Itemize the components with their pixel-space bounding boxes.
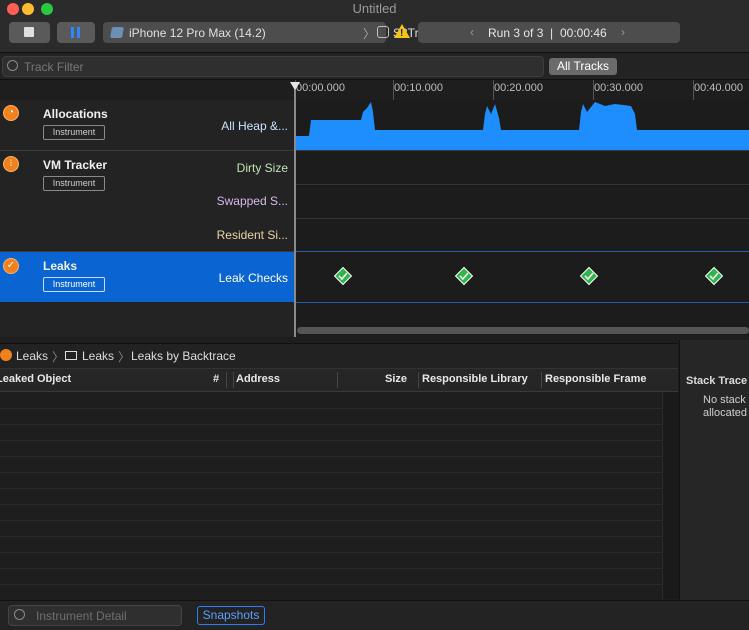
filter-bar: Track Filter All Tracks: [0, 53, 749, 80]
column-header[interactable]: Responsible Library: [422, 373, 528, 385]
elapsed-time: 00:00:46: [560, 26, 607, 40]
instrument-name: VM Tracker: [43, 158, 108, 172]
inspector-message: No stack t: [703, 394, 749, 406]
app-icon: [377, 26, 389, 38]
pause-button[interactable]: [57, 22, 95, 43]
playhead[interactable]: [290, 82, 300, 337]
inspector-title: Stack Trace: [686, 375, 748, 387]
table-row: [0, 392, 662, 409]
pause-icon: [71, 27, 74, 38]
snapshots-button[interactable]: Snapshots: [197, 606, 265, 625]
playhead-handle-icon[interactable]: [290, 82, 300, 90]
table-row: [0, 536, 662, 553]
allocations-graph: [295, 102, 749, 150]
instrument-name: Leaks: [43, 259, 78, 273]
chevron-right-icon: 〉: [52, 350, 65, 364]
breadcrumb: Leaks 〉 Leaks 〉 Leaks by Backtrace: [0, 343, 678, 369]
leak-check-icon: [333, 266, 353, 286]
track-label: Resident Si...: [216, 228, 288, 242]
stop-icon: [24, 27, 34, 37]
track-label: Swapped S...: [216, 194, 288, 208]
next-run-button[interactable]: ›: [621, 25, 625, 39]
time-ruler[interactable]: 00:00.000 00:10.000 00:20.000 00:30.000 …: [295, 80, 749, 101]
table-row: [0, 488, 662, 505]
table-row: [0, 552, 662, 569]
column-header[interactable]: Responsible Frame: [545, 373, 646, 385]
instrument-list: ◔ Allocations Instrument All Heap &... ⁝…: [0, 100, 294, 337]
ruler-tick: 00:40.000: [694, 82, 743, 94]
table-icon: [65, 351, 77, 360]
stop-button[interactable]: [9, 22, 50, 43]
column-header[interactable]: Leaked Object: [0, 373, 71, 385]
breadcrumb-item[interactable]: Leaks by Backtrace: [131, 349, 236, 363]
table-row: [0, 408, 662, 425]
window-title: Untitled: [352, 1, 397, 16]
ruler-tick: 00:10.000: [394, 82, 443, 94]
device-icon: [110, 27, 124, 38]
column-header[interactable]: Address: [236, 373, 280, 385]
instrument-name: Allocations: [43, 107, 108, 121]
column-header[interactable]: #: [213, 373, 219, 385]
instrument-row-leaks[interactable]: ✓ Leaks Instrument Leak Checks: [0, 252, 294, 302]
target-selector[interactable]: iPhone 12 Pro Max (14.2) 〉 S3TransferDem…: [103, 22, 484, 43]
inspector-message: allocated: [703, 407, 748, 419]
chevron-right-icon: 〉: [363, 27, 376, 41]
run-navigator: ‹ Run 3 of 3 | 00:00:46 ›: [418, 22, 680, 43]
table-vertical-scrollbar[interactable]: [662, 392, 679, 599]
instrument-row-vm-tracker[interactable]: ⁝ VM Tracker Instrument Dirty Size Swapp…: [0, 151, 294, 251]
leak-check-icon: [454, 266, 474, 286]
breadcrumb-item[interactable]: Leaks: [16, 349, 48, 363]
filter-icon: [7, 60, 18, 71]
allocations-icon: ◔: [3, 105, 19, 121]
track-label: Leak Checks: [218, 271, 288, 285]
leak-check-icon: [579, 266, 599, 286]
leaks-icon: [0, 349, 12, 361]
breadcrumb-item[interactable]: Leaks: [82, 349, 114, 363]
table-row: [0, 440, 662, 457]
instrument-badge: Instrument: [43, 176, 105, 191]
track-graphs: [295, 102, 749, 303]
track-filter-placeholder: Track Filter: [24, 60, 84, 74]
timeline-horizontal-scrollbar[interactable]: [297, 327, 749, 334]
ruler-tick: 00:30.000: [594, 82, 643, 94]
run-status: Run 3 of 3: [488, 26, 544, 40]
instrument-badge: Instrument: [43, 277, 105, 292]
leak-check-icon: [704, 266, 724, 286]
track-filter-field[interactable]: Track Filter: [2, 56, 544, 77]
leaks-table-body[interactable]: [0, 392, 662, 601]
track-graph-area[interactable]: [295, 100, 749, 337]
instrument-detail-placeholder: Instrument Detail: [36, 609, 127, 623]
instrument-row-allocations[interactable]: ◔ Allocations Instrument All Heap &...: [0, 100, 294, 150]
table-row: [0, 520, 662, 537]
table-row: [0, 456, 662, 473]
table-row: [0, 504, 662, 521]
ruler-tick: 00:00.000: [296, 82, 345, 94]
inspector-panel: Stack Trace No stack t allocated: [679, 340, 749, 600]
ruler-tick: 00:20.000: [494, 82, 543, 94]
filter-icon: [14, 609, 25, 620]
window-toolbar: Untitled iPhone 12 Pro Max (14.2) 〉 S3Tr…: [0, 0, 749, 53]
all-tracks-button[interactable]: All Tracks: [549, 58, 617, 75]
track-label: Dirty Size: [236, 161, 288, 175]
column-header[interactable]: Size: [385, 373, 407, 385]
table-header: Leaked Object # Address Size Responsible…: [0, 369, 678, 392]
bottom-bar: Instrument Detail Snapshots: [0, 600, 749, 630]
table-row: [0, 568, 662, 585]
track-label: All Heap &...: [221, 119, 288, 133]
instrument-detail-field[interactable]: Instrument Detail: [8, 605, 182, 626]
table-row: [0, 472, 662, 489]
vm-tracker-icon: ⁝: [3, 156, 19, 172]
device-name: iPhone 12 Pro Max (14.2): [129, 26, 266, 40]
table-row: [0, 584, 662, 601]
table-row: [0, 424, 662, 441]
chevron-right-icon: 〉: [118, 350, 131, 364]
previous-run-button[interactable]: ‹: [470, 25, 474, 39]
instrument-badge: Instrument: [43, 125, 105, 140]
leaks-icon: ✓: [3, 258, 19, 274]
